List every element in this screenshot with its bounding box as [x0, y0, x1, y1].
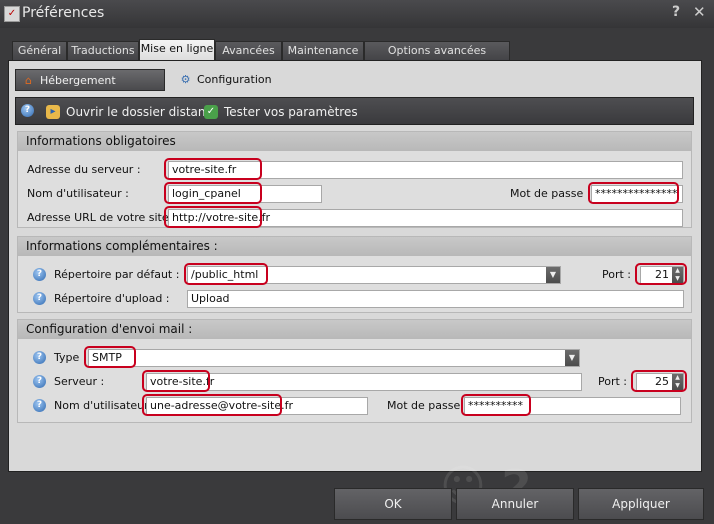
test-settings-label: Tester vos paramètres	[224, 105, 358, 119]
required-info-title: Informations obligatoires	[18, 132, 691, 151]
window-title: Préférences	[22, 5, 105, 21]
default-dir-label: Répertoire par défaut :	[54, 268, 180, 281]
mail-server-input[interactable]: votre-site.fr	[146, 373, 582, 391]
upload-dir-input[interactable]: Upload	[187, 290, 684, 308]
app-icon: ✓	[4, 6, 20, 22]
dropdown-arrow-icon[interactable]: ▼	[546, 267, 560, 283]
highlight-mark	[588, 182, 679, 204]
highlight-mark	[164, 182, 262, 204]
mail-type-label: Type :	[54, 351, 87, 364]
home-icon: ⌂	[25, 74, 32, 87]
highlight-mark	[631, 370, 687, 392]
preferences-window: ✓ Préférences ? ✕ Général Traductions Mi…	[0, 0, 714, 524]
gear-icon: ⚙	[180, 73, 191, 86]
ftp-port-label: Port :	[602, 268, 632, 281]
tab-advanced[interactable]: Avancées	[215, 41, 282, 60]
highlight-mark	[164, 158, 262, 180]
mail-config-group: Configuration d'envoi mail : ? Type : SM…	[17, 319, 692, 423]
mail-type-select[interactable]: SMTP ▼	[88, 349, 580, 367]
tab-maintenance[interactable]: Maintenance	[282, 41, 364, 60]
highlight-mark	[461, 394, 531, 416]
mail-config-title: Configuration d'envoi mail :	[18, 320, 691, 339]
help-icon[interactable]: ?	[33, 351, 46, 364]
extra-info-group: Informations complémentaires : ? Réperto…	[17, 236, 692, 313]
required-info-group: Informations obligatoires Adresse du ser…	[17, 131, 692, 228]
tab-expert-options[interactable]: Options avancées (expert)	[364, 41, 510, 75]
subtab-hosting-partner[interactable]: ⌂ Hébergement partenaire	[15, 69, 165, 109]
subtab-configuration[interactable]: ⚙ Configuration	[173, 69, 273, 91]
highlight-mark	[635, 263, 687, 285]
username-label: Nom d'utilisateur :	[27, 187, 129, 200]
open-remote-folder-label: Ouvrir le dossier distant	[66, 105, 211, 119]
tab-publishing[interactable]: Mise en ligne	[139, 39, 215, 61]
mail-server-label: Serveur :	[54, 375, 105, 388]
help-icon[interactable]: ?	[33, 268, 46, 281]
toolbar: ? ▸ Ouvrir le dossier distant ✓ Tester v…	[15, 97, 694, 125]
server-label: Adresse du serveur :	[27, 163, 141, 176]
title-bar: ✓ Préférences ? ✕	[0, 0, 714, 28]
mail-port-label: Port :	[598, 375, 628, 388]
password-label: Mot de passe :	[510, 187, 591, 200]
help-icon[interactable]: ?	[33, 399, 46, 412]
help-icon[interactable]: ?	[672, 4, 680, 20]
help-icon[interactable]: ?	[33, 375, 46, 388]
dropdown-arrow-icon[interactable]: ▼	[565, 350, 579, 366]
highlight-mark	[164, 206, 262, 228]
test-settings-button[interactable]: ✓ Tester vos paramètres	[204, 102, 358, 122]
highlight-mark	[84, 346, 136, 368]
cancel-button[interactable]: Annuler	[456, 488, 574, 520]
extra-info-title: Informations complémentaires :	[18, 237, 691, 256]
highlight-mark	[184, 263, 268, 285]
apply-button[interactable]: Appliquer	[578, 488, 704, 520]
close-icon[interactable]: ✕	[693, 3, 706, 21]
help-icon[interactable]: ?	[33, 292, 46, 305]
help-icon[interactable]: ?	[21, 104, 34, 117]
site-url-label: Adresse URL de votre site :	[27, 211, 176, 224]
subtab-configuration-label: Configuration	[197, 73, 272, 86]
mail-password-label: Mot de passe :	[387, 399, 468, 412]
folder-icon: ▸	[46, 105, 60, 119]
open-remote-folder-button[interactable]: ▸ Ouvrir le dossier distant	[46, 102, 210, 122]
ok-button[interactable]: OK	[334, 488, 452, 520]
highlight-mark	[142, 394, 282, 416]
tab-translations[interactable]: Traductions	[67, 41, 139, 60]
publishing-panel: ⌂ Hébergement partenaire ⚙ Configuration…	[8, 60, 702, 472]
upload-dir-label: Répertoire d'upload :	[54, 292, 170, 305]
highlight-mark	[142, 370, 210, 392]
tab-general[interactable]: Général	[12, 41, 67, 60]
mail-username-label: Nom d'utilisateur :	[54, 399, 156, 412]
shield-check-icon: ✓	[204, 105, 218, 119]
